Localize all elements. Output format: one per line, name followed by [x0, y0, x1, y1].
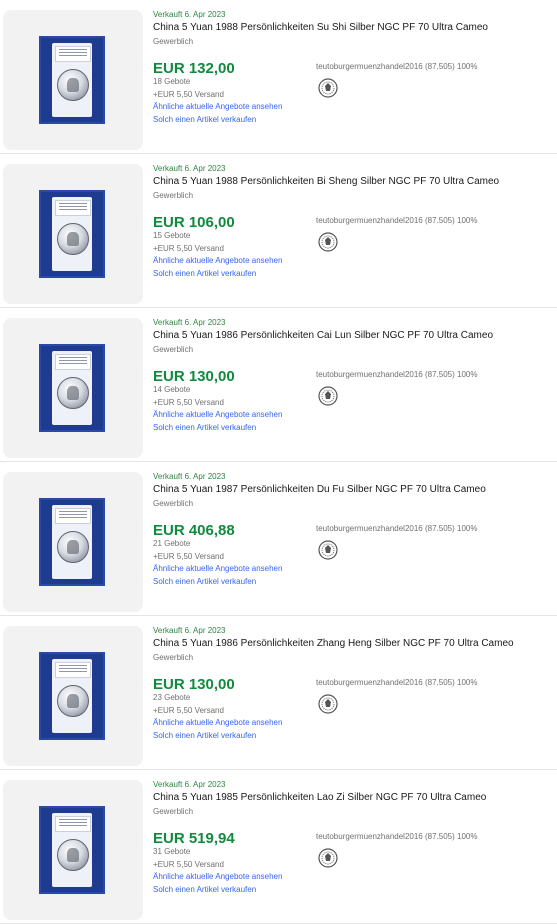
- seller-badge-icon: [318, 78, 338, 98]
- sell-similar-link[interactable]: Solch einen Artikel verkaufen: [153, 577, 256, 586]
- seller-badge-icon: [318, 694, 338, 714]
- sold-date: Verkauft 6. Apr 2023: [153, 318, 226, 327]
- bid-count: 14 Gebote: [153, 385, 191, 394]
- listing-item: Verkauft 6. Apr 2023 China 5 Yuan 1986 P…: [0, 616, 557, 770]
- sell-similar-link[interactable]: Solch einen Artikel verkaufen: [153, 731, 256, 740]
- listing-image[interactable]: [3, 626, 143, 766]
- sell-similar-link[interactable]: Solch einen Artikel verkaufen: [153, 115, 256, 124]
- sold-price: EUR 106,00: [153, 214, 235, 231]
- coin-slab-image: [39, 36, 105, 124]
- coin-slab-image: [39, 498, 105, 586]
- sold-price: EUR 132,00: [153, 60, 235, 77]
- coin-slab-image: [39, 806, 105, 894]
- listing-title[interactable]: China 5 Yuan 1987 Persönlichkeiten Du Fu…: [153, 484, 486, 495]
- listing-title[interactable]: China 5 Yuan 1988 Persönlichkeiten Bi Sh…: [153, 176, 499, 187]
- seller-badge-icon: [318, 848, 338, 868]
- similar-listings-link[interactable]: Ähnliche aktuelle Angebote ansehen: [153, 872, 282, 881]
- seller-info: teutoburgermuenzhandel2016 (87.505) 100%: [316, 370, 478, 379]
- seller-info: teutoburgermuenzhandel2016 (87.505) 100%: [316, 524, 478, 533]
- shipping-cost: +EUR 5,50 Versand: [153, 90, 224, 99]
- seller-type: Gewerblich: [153, 653, 194, 662]
- similar-listings-link[interactable]: Ähnliche aktuelle Angebote ansehen: [153, 102, 282, 111]
- sold-date: Verkauft 6. Apr 2023: [153, 780, 226, 789]
- sold-date: Verkauft 6. Apr 2023: [153, 10, 226, 19]
- similar-listings-link[interactable]: Ähnliche aktuelle Angebote ansehen: [153, 718, 282, 727]
- listing-item: Verkauft 6. Apr 2023 China 5 Yuan 1987 P…: [0, 462, 557, 616]
- listing-title[interactable]: China 5 Yuan 1986 Persönlichkeiten Cai L…: [153, 330, 493, 341]
- seller-badge-icon: [318, 232, 338, 252]
- similar-listings-link[interactable]: Ähnliche aktuelle Angebote ansehen: [153, 410, 282, 419]
- seller-type: Gewerblich: [153, 499, 194, 508]
- seller-badge-icon: [318, 540, 338, 560]
- sold-price: EUR 130,00: [153, 676, 235, 693]
- sell-similar-link[interactable]: Solch einen Artikel verkaufen: [153, 885, 256, 894]
- seller-type: Gewerblich: [153, 807, 194, 816]
- listing-image[interactable]: [3, 10, 143, 150]
- listing-image[interactable]: [3, 164, 143, 304]
- listing-image[interactable]: [3, 318, 143, 458]
- listing-title[interactable]: China 5 Yuan 1988 Persönlichkeiten Su Sh…: [153, 22, 488, 33]
- sell-similar-link[interactable]: Solch einen Artikel verkaufen: [153, 423, 256, 432]
- seller-info: teutoburgermuenzhandel2016 (87.505) 100%: [316, 216, 478, 225]
- coin-slab-image: [39, 190, 105, 278]
- seller-badge-icon: [318, 386, 338, 406]
- shipping-cost: +EUR 5,50 Versand: [153, 244, 224, 253]
- sell-similar-link[interactable]: Solch einen Artikel verkaufen: [153, 269, 256, 278]
- bid-count: 31 Gebote: [153, 847, 191, 856]
- bid-count: 15 Gebote: [153, 231, 191, 240]
- sold-listings: Verkauft 6. Apr 2023 China 5 Yuan 1988 P…: [0, 0, 557, 924]
- similar-listings-link[interactable]: Ähnliche aktuelle Angebote ansehen: [153, 256, 282, 265]
- sold-price: EUR 130,00: [153, 368, 235, 385]
- sold-price: EUR 519,94: [153, 830, 235, 847]
- listing-image[interactable]: [3, 472, 143, 612]
- sold-date: Verkauft 6. Apr 2023: [153, 626, 226, 635]
- listing-item: Verkauft 6. Apr 2023 China 5 Yuan 1986 P…: [0, 308, 557, 462]
- bid-count: 21 Gebote: [153, 539, 191, 548]
- bid-count: 23 Gebote: [153, 693, 191, 702]
- sold-date: Verkauft 6. Apr 2023: [153, 164, 226, 173]
- shipping-cost: +EUR 5,50 Versand: [153, 860, 224, 869]
- similar-listings-link[interactable]: Ähnliche aktuelle Angebote ansehen: [153, 564, 282, 573]
- coin-slab-image: [39, 344, 105, 432]
- coin-slab-image: [39, 652, 105, 740]
- listing-item: Verkauft 6. Apr 2023 China 5 Yuan 1985 P…: [0, 770, 557, 924]
- shipping-cost: +EUR 5,50 Versand: [153, 706, 224, 715]
- bid-count: 18 Gebote: [153, 77, 191, 86]
- seller-type: Gewerblich: [153, 37, 194, 46]
- seller-info: teutoburgermuenzhandel2016 (87.505) 100%: [316, 832, 478, 841]
- listing-title[interactable]: China 5 Yuan 1986 Persönlichkeiten Zhang…: [153, 638, 514, 649]
- seller-info: teutoburgermuenzhandel2016 (87.505) 100%: [316, 62, 478, 71]
- sold-date: Verkauft 6. Apr 2023: [153, 472, 226, 481]
- listing-image[interactable]: [3, 780, 143, 920]
- listing-item: Verkauft 6. Apr 2023 China 5 Yuan 1988 P…: [0, 154, 557, 308]
- seller-info: teutoburgermuenzhandel2016 (87.505) 100%: [316, 678, 478, 687]
- seller-type: Gewerblich: [153, 345, 194, 354]
- listing-title[interactable]: China 5 Yuan 1985 Persönlichkeiten Lao Z…: [153, 792, 486, 803]
- shipping-cost: +EUR 5,50 Versand: [153, 552, 224, 561]
- sold-price: EUR 406,88: [153, 522, 235, 539]
- listing-item: Verkauft 6. Apr 2023 China 5 Yuan 1988 P…: [0, 0, 557, 154]
- shipping-cost: +EUR 5,50 Versand: [153, 398, 224, 407]
- seller-type: Gewerblich: [153, 191, 194, 200]
